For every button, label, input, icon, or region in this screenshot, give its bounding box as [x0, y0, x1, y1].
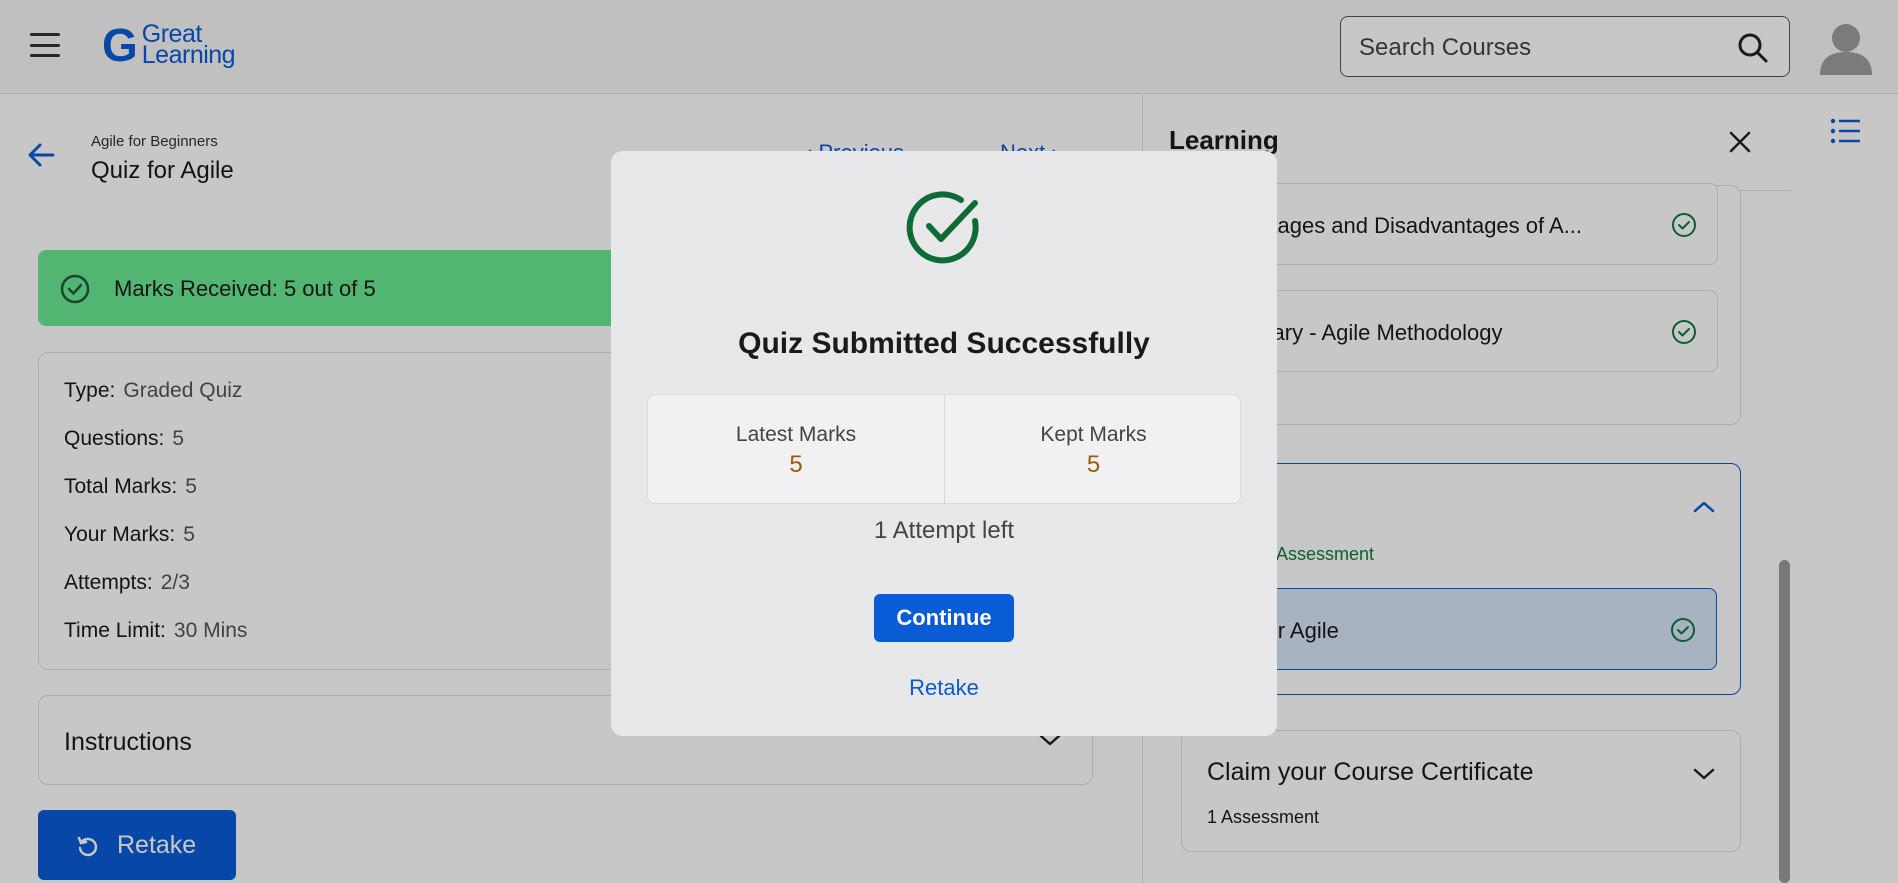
attempts-left-text: 1 Attempt left: [873, 517, 1015, 544]
kept-marks-value: 5: [1086, 451, 1101, 478]
kept-marks: Kept Marks 5: [945, 395, 1242, 503]
kept-marks-label: Kept Marks: [1040, 423, 1147, 446]
marks-summary: Latest Marks 5 Kept Marks 5: [647, 394, 1241, 504]
latest-marks: Latest Marks 5: [648, 395, 945, 503]
latest-marks-value: 5: [789, 451, 803, 478]
retake-link[interactable]: Retake: [611, 675, 1277, 701]
success-check-icon: [905, 189, 983, 272]
continue-button[interactable]: Continue: [874, 594, 1014, 642]
modal-title: Quiz Submitted Successfully: [738, 327, 1150, 360]
quiz-submitted-modal: Quiz Submitted Successfully Latest Marks…: [611, 151, 1277, 736]
latest-marks-label: Latest Marks: [735, 423, 857, 446]
